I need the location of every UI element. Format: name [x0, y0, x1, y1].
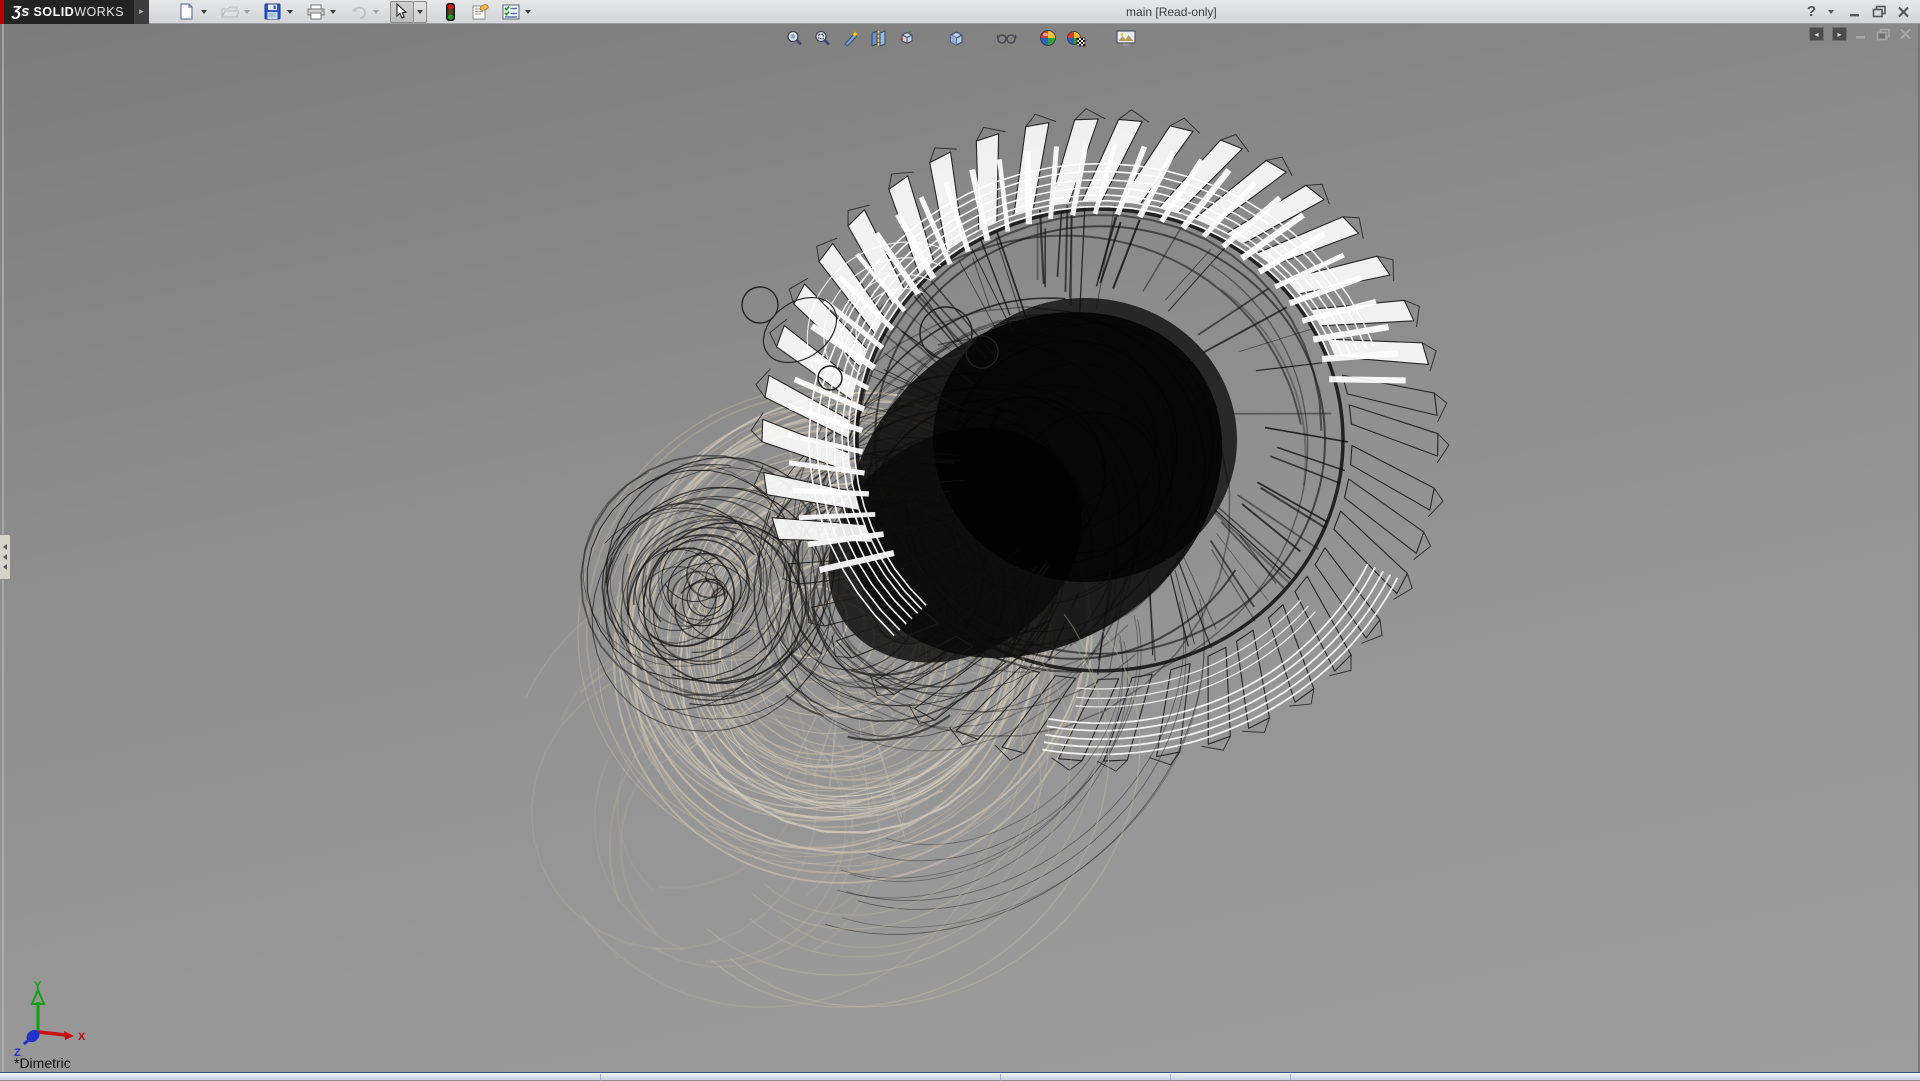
undo-button[interactable] [347, 1, 371, 23]
close-button[interactable] [1897, 6, 1910, 18]
graphics-viewport[interactable]: ◂ ▸ Y X [0, 24, 1920, 1072]
engine-wireframe[interactable] [0, 24, 1920, 1072]
print-button[interactable] [304, 1, 328, 23]
new-caret[interactable] [201, 10, 207, 14]
document-properties-icon [471, 3, 490, 20]
standard-toolbar [175, 1, 536, 23]
close-icon [1897, 6, 1910, 18]
save-caret[interactable] [287, 10, 293, 14]
new-document-icon [178, 3, 195, 20]
open-folder-icon [221, 4, 239, 20]
brand-works: WORKS [74, 5, 124, 19]
design-checker-icon [502, 4, 520, 20]
open-caret[interactable] [244, 10, 250, 14]
titlebar: Ʒs SOLID WORKS ▸ [0, 0, 1920, 24]
select-tool-button[interactable] [390, 1, 414, 23]
triad-x-axis: X [38, 1031, 86, 1043]
new-document-button[interactable] [175, 1, 199, 23]
triad-y-label: Y [34, 980, 42, 992]
menu-flyout-arrow[interactable]: ▸ [134, 0, 149, 24]
select-cursor-icon [394, 3, 409, 20]
document-properties-button[interactable] [469, 1, 493, 23]
minimize-icon [1849, 6, 1862, 18]
print-icon [307, 4, 325, 20]
minimize-button[interactable] [1849, 6, 1862, 18]
select-caret [417, 10, 423, 14]
save-icon [264, 3, 281, 20]
undo-icon [350, 4, 368, 20]
triad-x-label: X [78, 1031, 86, 1043]
window-title: main [Read-only] [536, 5, 1807, 19]
print-caret[interactable] [330, 10, 336, 14]
undo-caret[interactable] [373, 10, 379, 14]
restore-icon [1872, 5, 1887, 18]
triad-y-axis: Y [32, 980, 44, 1032]
save-button[interactable] [261, 1, 285, 23]
reference-triad: Y X Z [8, 980, 108, 1064]
solidworks-logo: Ʒs SOLID WORKS [0, 0, 134, 24]
select-caret-box[interactable] [414, 1, 427, 23]
help-icon: ? [1807, 3, 1816, 20]
design-checker-caret[interactable] [525, 10, 531, 14]
restore-button[interactable] [1872, 5, 1887, 18]
logo-red-strip [0, 0, 4, 24]
status-bar [0, 1072, 1920, 1080]
open-button[interactable] [218, 1, 242, 23]
design-checker-button[interactable] [499, 1, 523, 23]
solidworks-logo-glyph: Ʒs [12, 3, 30, 20]
help-caret[interactable] [1828, 10, 1834, 14]
traffic-light-button[interactable] [439, 1, 463, 23]
brand-solid: SOLID [34, 5, 75, 19]
window-controls: ? [1807, 3, 1920, 20]
help-button[interactable]: ? [1807, 3, 1816, 20]
orientation-label: *Dimetric [14, 1055, 71, 1071]
traffic-light-icon [446, 3, 455, 21]
